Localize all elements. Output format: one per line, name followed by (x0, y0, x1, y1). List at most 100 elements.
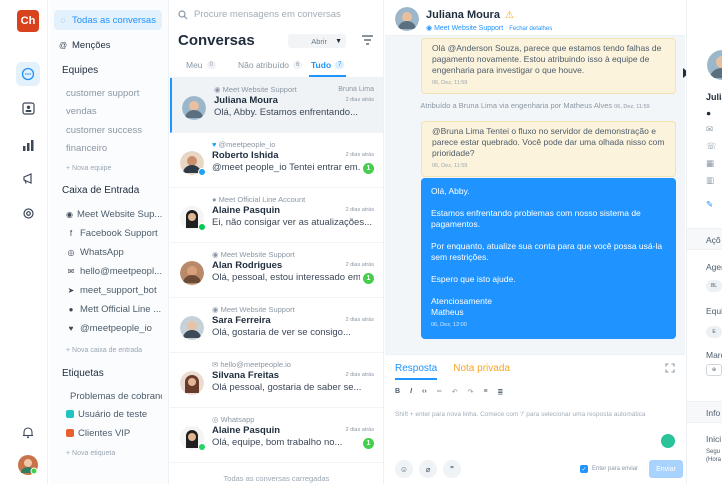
sidebar-label-item[interactable]: Usuário de teste (66, 404, 162, 424)
secondary-sidebar: ◌ Todas as conversas @ Menções Equipes cus… (50, 0, 169, 484)
notifications-bell-icon[interactable] (20, 424, 36, 440)
message-preview: Olá, Abby. Estamos enfrentando... (214, 107, 358, 118)
message-preview: @meet people_io Tentei entrar em... (212, 162, 360, 173)
info-value: (Hora (706, 457, 722, 463)
at-icon: @ (58, 40, 68, 50)
new-label-link[interactable]: + Nova etiqueta (66, 443, 162, 463)
sidebar-inbox-item[interactable]: ♥ @meetpeople_io (66, 318, 162, 338)
label-color-swatch (66, 410, 74, 418)
settings-icon[interactable] (20, 205, 36, 221)
canned-response-icon[interactable]: " (443, 460, 461, 478)
campaigns-icon[interactable] (20, 170, 36, 186)
tab-private-note[interactable]: Nota privada (453, 363, 510, 380)
new-inbox-link[interactable]: + Nova caixa de entrada (66, 340, 162, 360)
link-icon[interactable]: ∞ (437, 388, 442, 396)
reports-icon[interactable] (20, 137, 36, 153)
message-paragraph: Atenciosamente Matheus (431, 296, 492, 317)
actions-section-header[interactable]: Açõ (687, 228, 722, 250)
contact-details-panel: Julia ● ✉ ☏ ▦ ▥ ✎ Açõ Agen BL Equi E Mar… (686, 0, 722, 484)
initiated-label: Inici (706, 434, 722, 444)
contact-name: Juliana Moura (214, 95, 278, 106)
timestamp: 2 dias atrás (345, 97, 374, 103)
sidebar-label-item[interactable]: Problemas de cobrança (66, 386, 162, 406)
tab-all[interactable]: Tudo 7 (311, 60, 345, 70)
sidebar-inbox-item[interactable]: ✉ hello@meetpeopl... (66, 261, 162, 281)
contact-avatar (395, 7, 419, 31)
conversation-panel: Juliana Moura ⚠ ◉ Meet Website Support Fec… (385, 0, 685, 484)
message-paragraph: Estamos enfrentando problemas com nosso … (431, 208, 641, 229)
info-section-header[interactable]: Info (687, 401, 722, 423)
search-bar[interactable]: Procure mensagens em conversas (178, 9, 341, 20)
sidebar-inbox-item[interactable]: ➤ meet_support_bot (66, 280, 162, 300)
new-team-link[interactable]: + Nova equipe (66, 158, 162, 178)
tab-mine[interactable]: Meu 0 (186, 60, 216, 70)
message-paragraph: Por enquanto, atualize sua conta para qu… (431, 241, 663, 262)
agent-pill[interactable]: BL (706, 280, 722, 292)
email-icon: ✉ (706, 124, 714, 134)
conversation-list-panel: Procure mensagens em conversas Conversas… (170, 0, 384, 484)
conversation-item[interactable]: ◉ Meet Website Support Bruna Lima Julian… (170, 78, 383, 133)
app-logo[interactable]: Ch (17, 10, 39, 32)
conversation-item[interactable]: ♥ @meetpeople_io Roberto Ishida 2 dias a… (170, 133, 383, 188)
telegram-icon: ➤ (67, 285, 75, 295)
team-pill[interactable]: E (706, 326, 722, 338)
user-avatar[interactable] (18, 455, 38, 475)
sidebar-team-item[interactable]: customer support (66, 83, 162, 103)
expand-icon[interactable] (665, 363, 675, 373)
formatting-toolbar: B I ‹› ∞ ↶ ↷ ≡ ≣ (395, 388, 503, 396)
sidebar-inbox-item[interactable]: ◎ WhatsApp (66, 242, 162, 262)
undo-icon[interactable]: ↶ (452, 388, 458, 396)
sidebar-label-item[interactable]: Clientes VIP (66, 423, 162, 443)
composer-footer: ☺ ⌀ " ✓ Enter para enviar Enviar (385, 460, 685, 480)
numbered-list-icon[interactable]: ≣ (498, 388, 504, 396)
close-details-link[interactable]: Fechar detalhes (509, 26, 552, 32)
sidebar-mentions[interactable]: @ Menções (58, 35, 162, 55)
label-color-swatch (66, 429, 74, 437)
redo-icon[interactable]: ↷ (468, 388, 474, 396)
sidebar-team-item[interactable]: vendas (66, 101, 162, 121)
bold-button[interactable]: B (395, 388, 400, 396)
attachment-icon[interactable]: ⌀ (419, 460, 437, 478)
conversation-item[interactable]: ● Meet Official Line Account Alaine Pasq… (170, 188, 383, 243)
line-channel-icon (198, 223, 206, 231)
enter-to-send-toggle[interactable]: ✓ Enter para enviar (580, 465, 638, 473)
inbox-name: ● Meet Official Line Account (212, 195, 306, 204)
sidebar-inbox-item[interactable]: ● Mett Official Line ... (66, 299, 162, 319)
timestamp: 2 dias atrás (345, 152, 374, 158)
chat-bubble-icon: ◌ (60, 15, 66, 25)
teams-header: Equipes (62, 65, 99, 76)
emoji-icon[interactable]: ☺ (395, 460, 413, 478)
tab-unassigned[interactable]: Não atribuído 6 (238, 60, 303, 70)
filter-icon[interactable] (362, 35, 373, 45)
sidebar-team-item[interactable]: financeiro (66, 138, 162, 158)
contact-name: Alan Rodrigues (212, 260, 283, 271)
code-icon[interactable]: ‹› (422, 388, 427, 396)
sidebar-inbox-item[interactable]: ◉ Meet Website Sup... (66, 204, 162, 224)
ai-assist-icon[interactable] (661, 434, 675, 448)
conversation-item[interactable]: ◎ Whatsapp Alaine Pasquin 2 dias atrás O… (170, 408, 383, 463)
tab-reply[interactable]: Resposta (395, 363, 438, 380)
inbox-info: ◉ Meet Website Support Fechar detalhes (426, 25, 553, 32)
status-select[interactable]: Abrir ▼ (288, 34, 346, 48)
conversation-item[interactable]: ◉ Meet Website Support Alan Rodrigues 2 … (170, 243, 383, 298)
conversations-icon[interactable] (16, 62, 40, 86)
italic-button[interactable]: I (410, 388, 412, 396)
conversation-item[interactable]: ✉ hello@meetpeople.io Silvana Freitas 2 … (170, 353, 383, 408)
line-icon: ● (68, 304, 74, 314)
conversation-item[interactable]: ◉ Meet Website Support Sara Ferreira 2 d… (170, 298, 383, 353)
edit-icon[interactable]: ✎ (706, 199, 713, 210)
contact-name: Alaine Pasquin (212, 425, 281, 436)
team-label: Equi (706, 306, 722, 316)
send-button[interactable]: Enviar (649, 460, 683, 478)
sidebar-team-item[interactable]: customer success (66, 120, 162, 140)
message-paragraph: Olá, Abby. (431, 186, 470, 196)
sidebar-all-conversations[interactable]: ◌ Todas as conversas (54, 10, 162, 30)
add-label-button[interactable]: ⊕ (706, 364, 722, 376)
github-icon[interactable]: ● (706, 108, 711, 118)
message-input[interactable]: Shift + enter para nova linha. Comece co… (395, 411, 646, 418)
contacts-icon[interactable] (20, 100, 36, 116)
sidebar-inbox-item[interactable]: f Facebook Support (66, 223, 162, 243)
contact-name[interactable]: Juliana Moura ⚠ (426, 9, 514, 21)
bullet-list-icon[interactable]: ≡ (483, 388, 487, 396)
activity-message: Atribuído a Bruna Lima via engenharia po… (420, 101, 650, 110)
